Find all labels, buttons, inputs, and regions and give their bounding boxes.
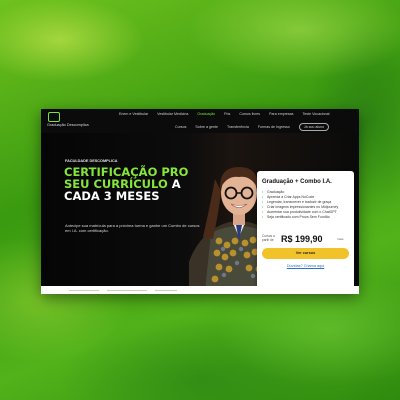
nav-item-empresas[interactable]: Para empresas xyxy=(269,112,293,116)
headline-white-text-1: A xyxy=(171,177,181,191)
below-fold-section xyxy=(41,286,359,294)
website-screenshot: Graduação Descomplica Enem e Vestibular … xyxy=(41,109,359,294)
hero-eyebrow: FACULDADE DESCOMPLICA xyxy=(65,159,118,163)
offer-card: Graduação + Combo I.A. Graduação Aprenda… xyxy=(257,171,354,294)
hero-headline: CERTIFICAÇÃO PRO SEU CURRÍCULO A CADA 3 … xyxy=(64,166,194,202)
divider xyxy=(107,290,147,291)
signin-button[interactable]: Já sou aluno xyxy=(298,123,330,131)
feature-item: Seja certificado com Prova Sem Fundão xyxy=(262,215,350,220)
top-navigation-bar: Graduação Descomplica Enem e Vestibular … xyxy=(41,109,359,133)
headline-white-text-2: CADA 3 MESES xyxy=(64,189,160,203)
divider xyxy=(155,290,177,291)
nav-item-medicina[interactable]: Vestibular Medicina xyxy=(157,112,188,116)
headline-green-text: CERTIFICAÇÃO PRO SEU CURRÍCULO xyxy=(64,165,189,191)
descomplica-logo-icon[interactable] xyxy=(48,112,60,122)
help-link[interactable]: Dúvidas? Chama aqui xyxy=(257,264,354,268)
brand-label: Graduação Descomplica xyxy=(47,123,89,127)
price-suffix: /mês xyxy=(337,237,344,241)
subnav-formas-ingresso[interactable]: Formas de Ingresso xyxy=(258,125,290,129)
subnav-sobre[interactable]: Sobre a gente xyxy=(195,125,218,129)
nav-item-pos[interactable]: Pós xyxy=(224,112,230,116)
nav-item-cursos-livres[interactable]: Cursos livres xyxy=(239,112,260,116)
see-courses-button[interactable]: Ver cursos xyxy=(262,248,349,259)
nav-item-enem[interactable]: Enem e Vestibular xyxy=(119,112,148,116)
price-label: Cursos a partir de xyxy=(262,234,275,242)
subnav-cursos[interactable]: Cursos xyxy=(175,125,186,129)
nav-item-graduacao[interactable]: Graduação xyxy=(197,112,215,116)
feature-list: Graduação Aprenda a Criar Apps NoCode Le… xyxy=(262,190,350,219)
subnav-transferencia[interactable]: Transferência xyxy=(227,125,249,129)
divider xyxy=(69,290,99,291)
top-nav: Enem e Vestibular Vestibular Medicina Gr… xyxy=(119,112,329,116)
nav-item-teste-vocacional[interactable]: Teste Vocacional xyxy=(302,112,329,116)
hero-description: Antecipe sua matrícula para a próxima tu… xyxy=(65,223,200,233)
sub-nav: Cursos Sobre a gente Transferência Forma… xyxy=(175,123,330,131)
offer-title: Graduação + Combo I.A. xyxy=(262,179,332,185)
price-value: R$ 199,90 xyxy=(281,234,323,244)
hero-banner: FACULDADE DESCOMPLICA CERTIFICAÇÃO PRO S… xyxy=(41,133,359,294)
